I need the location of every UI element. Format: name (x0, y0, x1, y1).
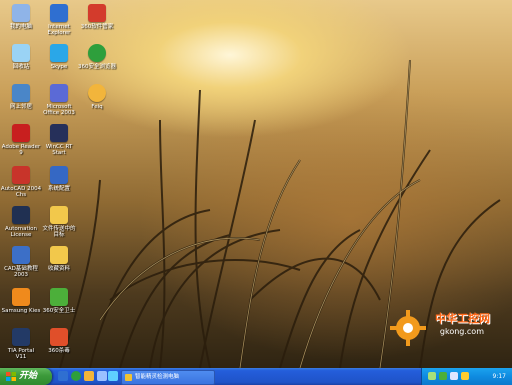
quicklaunch-media-icon[interactable] (84, 371, 94, 381)
desktop-icon-config[interactable]: 系统配置 (38, 166, 80, 192)
samsung-icon (12, 288, 30, 306)
config-icon (50, 166, 68, 184)
tray-qq-icon[interactable] (461, 372, 469, 380)
desktop-icon-adobe-reader[interactable]: Adobe Reader 9 (0, 124, 42, 156)
desktop-icon-tia-portal[interactable]: TIA Portal V11 (0, 328, 42, 360)
taskbar-window-button[interactable]: 智能精灵检测电脑 (121, 370, 215, 385)
start-label: 开始 (19, 371, 38, 381)
qq-icon (50, 44, 68, 62)
quicklaunch-360-icon[interactable] (71, 371, 81, 381)
tray-volume-icon[interactable] (450, 372, 458, 380)
my-computer-icon (12, 4, 30, 22)
desktop-icon-my-computer[interactable]: 我的电脑 (0, 4, 42, 30)
site-watermark: 中华工控网 gkong.com (388, 300, 498, 350)
360-safe-icon (50, 288, 68, 306)
desktop-icon-360-safe[interactable]: 360安全卫士 (38, 288, 80, 314)
desktop-icon-360-browser[interactable]: 360安全浏览器 (76, 44, 118, 70)
desktop-icon-autocad[interactable]: AutoCAD 2004 Chs (0, 166, 42, 198)
desktop-icon-media-player[interactable]: Microsoft Office 2003 (38, 84, 80, 116)
360-browser-icon (88, 44, 106, 62)
desktop-icon-recycle-bin[interactable]: 回收站 (0, 44, 42, 70)
watermark-title: 中华工控网 (435, 312, 490, 325)
window-app-icon (125, 374, 132, 381)
msn-icon (88, 84, 106, 102)
clock[interactable]: 9:17 (493, 368, 506, 385)
recycle-bin-icon (12, 44, 30, 62)
folder2-icon (50, 246, 68, 264)
desktop-icon-license[interactable]: Automation License (0, 206, 42, 238)
windows-logo-icon (6, 372, 16, 381)
desktop-icon-folder[interactable]: 文件传送中的 目标 (38, 206, 80, 238)
desktop-icon-360-software[interactable]: 360软件管家 (76, 4, 118, 30)
quicklaunch-show-desktop-icon[interactable] (97, 371, 107, 381)
quicklaunch-qq-icon[interactable] (108, 371, 118, 381)
autocad-icon (12, 166, 30, 184)
desktop: 我的电脑 回收站 网上邻居 Adobe Reader 9 AutoCAD 200… (0, 0, 512, 368)
taskbar: 开始 智能精灵检测电脑 9:17 (0, 368, 512, 385)
desktop-icon-360-antivirus[interactable]: 360杀毒 (38, 328, 80, 354)
vnc-icon (12, 246, 30, 264)
desktop-icon-samsung[interactable]: Samsung Kies (0, 288, 42, 314)
desktop-icon-vnc[interactable]: CAD基础教程 2003 (0, 246, 42, 278)
tia-portal-icon (12, 328, 30, 346)
quicklaunch-ie-icon[interactable] (58, 371, 68, 381)
360-antivirus-icon (50, 328, 68, 346)
tray-network-icon[interactable] (428, 372, 436, 380)
ie-explorer-icon (50, 4, 68, 22)
desktop-icon-folder2[interactable]: 收藏资料 (38, 246, 80, 272)
media-player-icon (50, 84, 68, 102)
taskbar-window-label: 智能精灵检测电脑 (135, 374, 180, 380)
desktop-icon-qq[interactable]: Skype (38, 44, 80, 70)
license-icon (12, 206, 30, 224)
gear-icon (390, 310, 426, 346)
desktop-icon-ie[interactable]: Internet Explorer (38, 4, 80, 36)
wincc-icon (50, 124, 68, 142)
desktop-icon-wincc[interactable]: WinCC RT Start (38, 124, 80, 156)
start-button[interactable]: 开始 (0, 368, 52, 385)
watermark-url: gkong.com (439, 327, 484, 336)
desktop-icon-msn[interactable]: Feiq (76, 84, 118, 110)
folder-icon (50, 206, 68, 224)
tray-360-icon[interactable] (439, 372, 447, 380)
network-icon (12, 84, 30, 102)
desktop-icon-network[interactable]: 网上邻居 (0, 84, 42, 110)
system-tray: 9:17 (421, 368, 512, 385)
360-software-icon (88, 4, 106, 22)
adobe-reader-icon (12, 124, 30, 142)
